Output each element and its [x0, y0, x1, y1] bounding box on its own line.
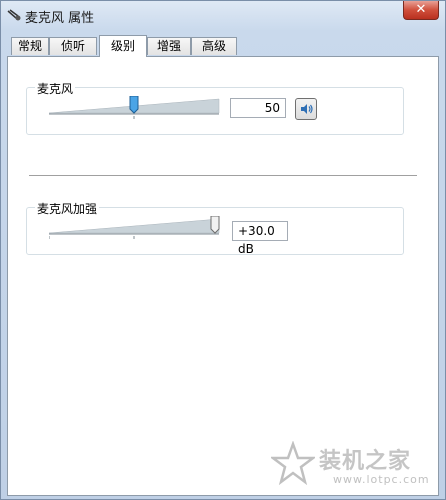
tab-levels[interactable]: 级别: [99, 35, 147, 57]
watermark-title: 装机之家: [319, 449, 412, 474]
microphone-boost-group: 麦克风加强 +30.0 dB: [26, 200, 404, 256]
microphone-boost-slider[interactable]: [49, 216, 224, 239]
microphone-boost-field[interactable]: +30.0 dB: [232, 221, 288, 256]
tab-advanced[interactable]: 高级: [191, 37, 237, 55]
microphone-group: 麦克风 50: [26, 80, 404, 135]
tab-listen[interactable]: 侦听: [49, 37, 97, 55]
microphone-level-field[interactable]: 50: [230, 98, 286, 118]
levels-panel: 麦克风 50 麦克风加强 +30.0 dB: [7, 56, 439, 496]
microphone-label: 麦克风: [35, 80, 76, 97]
mute-toggle-button[interactable]: [295, 98, 317, 120]
tab-general[interactable]: 常规: [11, 37, 49, 55]
title-bar[interactable]: 麦克风 属性 ✕: [1, 1, 445, 29]
window-title: 麦克风 属性: [25, 11, 95, 26]
microphone-boost-label: 麦克风加强: [35, 200, 100, 217]
site-watermark: 装机之家 www.lotpc.com: [271, 441, 441, 491]
tab-enhancements[interactable]: 增强: [147, 37, 191, 55]
speaker-icon: [301, 104, 313, 114]
section-divider: [29, 175, 417, 176]
star-logo-icon: [271, 441, 315, 485]
microphone-icon: [7, 9, 21, 21]
microphone-slider[interactable]: [49, 96, 221, 119]
watermark-url: www.lotpc.com: [333, 473, 430, 486]
close-button[interactable]: ✕: [403, 1, 439, 20]
properties-window: 麦克风 属性 ✕ 常规 侦听 级别 增强 高级 麦克风 50 麦克风加强 +30…: [0, 0, 446, 500]
